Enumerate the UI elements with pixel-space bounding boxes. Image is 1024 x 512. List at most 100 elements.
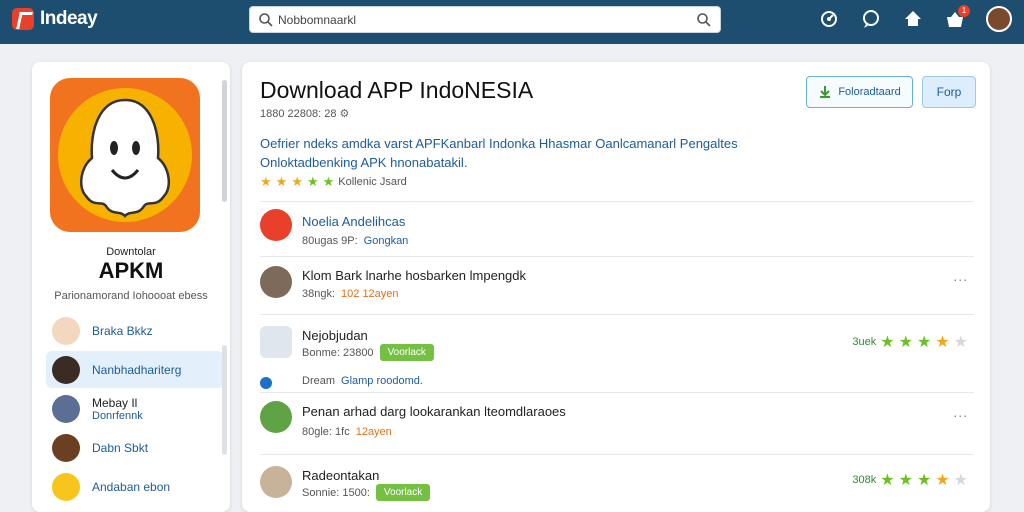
list-item-meta: 38ngk: 102 12ayen [302, 288, 399, 300]
list-item-link[interactable]: Glamp roodomd. [341, 375, 423, 387]
sidebar-title: APKM [98, 258, 164, 283]
avatar [52, 316, 80, 345]
download-icon [820, 86, 831, 98]
brand-logo[interactable]: Indeay [12, 8, 98, 30]
list-item-title: Radeontakan [302, 468, 380, 483]
dashboard-icon[interactable] [818, 8, 840, 30]
sidebar-description: Parionamorand Iohoooat ebess [54, 290, 208, 302]
list-item-rating: 308k ★ ★ ★ ★ ★ [852, 470, 968, 490]
sidebar-item[interactable]: Andaban ebon [46, 468, 224, 505]
download-button[interactable]: Foloradtaard [806, 76, 913, 108]
avatar [260, 466, 292, 498]
page-title: Download APP IndoNESIA [260, 77, 534, 103]
list-item-tag: 12ayen [355, 426, 392, 438]
list-item-meta-text: Sonnie: 1500: [302, 486, 370, 499]
avatar [260, 401, 292, 433]
page-description: Oefrier ndeks amdka varst APFKanbarl Ind… [260, 134, 780, 172]
top-bar: Indeay 1 [0, 0, 1024, 44]
sidebar-item-sublabel: Donrfennk [92, 409, 143, 422]
list-item-meta: Sonnie: 1500: Voorlack [302, 484, 431, 501]
description-line-2: Onloktadbenking APK hnonabatakil. [260, 155, 468, 170]
rating-label: Kollenic Jsard [338, 176, 407, 188]
sidebar-item-label: Nanbhadhariterg [92, 362, 182, 377]
app-sidebar: Downtolar APKM Parionamorand Iohoooat eb… [32, 62, 230, 512]
sidebar-subtitle: Downtolar [106, 246, 156, 258]
notifications-button[interactable]: 1 [944, 5, 970, 30]
star-icon: ★ [306, 174, 319, 189]
notification-badge: 1 [958, 5, 970, 17]
sidebar-item[interactable]: Mebay Il Donrfennk [46, 390, 224, 427]
chat-icon[interactable] [860, 8, 882, 30]
page-meta-text: 1880 22808: 28 [260, 108, 337, 120]
sidebar-scrollbar[interactable] [222, 80, 227, 202]
more-options-icon[interactable]: ... [953, 268, 968, 284]
divider [260, 392, 974, 393]
list-item-meta-text: 80gle: 1fc [302, 426, 350, 438]
sidebar-item-text: Mebay Il Donrfennk [92, 396, 143, 422]
avatar [52, 433, 80, 462]
list-item-title: Noelia Andelihcas [302, 214, 406, 229]
star-icon: ★ [275, 174, 288, 189]
divider [260, 201, 974, 202]
brand-name: Indeay [40, 8, 98, 29]
sidebar-item-active[interactable]: Nanbhadhariterg [46, 351, 224, 388]
rating-count: 3uek [852, 336, 877, 348]
star-icon: ★ [898, 334, 913, 351]
main-panel: Download APP IndoNESIA 1880 22808: 28 ⚙ … [242, 62, 990, 512]
search-submit-icon[interactable] [696, 12, 712, 28]
emoji-avatar [52, 472, 80, 501]
brand-logo-mark [12, 8, 34, 30]
star-icon: ★ [953, 472, 968, 489]
list-item-title: Nejobjudan [302, 328, 368, 343]
star-icon: ★ [916, 472, 932, 489]
rating-summary: ★ ★ ★ ★ ★ Kollenic Jsard [260, 174, 407, 190]
description-line-1: Oefrier ndeks amdka varst APFKanbarl Ind… [260, 136, 738, 151]
search-input[interactable] [278, 11, 678, 29]
app-logo [260, 209, 292, 241]
divider [260, 454, 974, 455]
list-item-meta-text: Bonme: 23800 [302, 346, 374, 359]
list-item-meta: Bonme: 23800 Voorlack [302, 344, 434, 361]
rating-count: 308k [852, 474, 877, 486]
list-item-link[interactable]: Gongkan [364, 235, 409, 247]
dot-icon [260, 377, 272, 389]
list-item-title: Klom Bark lnarhe hosbarken lmpengdk [302, 268, 527, 283]
home-icon[interactable] [902, 8, 924, 30]
sidebar-item-label: Braka Bkkz [92, 323, 153, 338]
avatar [52, 394, 80, 423]
sidebar-item-label: Andaban ebon [92, 479, 171, 494]
list-item-meta-text: 80ugas 9P: [302, 235, 358, 247]
sidebar-item[interactable]: Braka Bkkz [46, 312, 224, 349]
user-avatar[interactable] [986, 6, 1012, 32]
status-badge: Voorlack [375, 484, 431, 501]
divider [260, 256, 974, 257]
download-button-label: Foloradtaard [838, 86, 901, 98]
sidebar-list: Braka Bkkz Nanbhadhariterg Mebay Il Donr… [46, 312, 224, 507]
top-actions: 1 [818, 5, 1012, 32]
list-item-title: Penan arhad darg lookarankan lteomdlarao… [302, 404, 566, 419]
list-item-meta: 80gle: 1fc 12ayen [302, 426, 392, 438]
status-badge: Voorlack [379, 344, 434, 361]
sidebar-item[interactable]: Dabn Sbkt [46, 429, 224, 466]
settings-icon[interactable]: ⚙ [340, 108, 350, 120]
list-item-rating: 3uek ★ ★ ★ ★ ★ [852, 332, 968, 352]
star-icon: ★ [935, 334, 950, 351]
app-icon [50, 78, 200, 232]
phone-icon [260, 326, 292, 358]
more-options-icon[interactable]: ... [953, 404, 968, 420]
list-item-meta: 80ugas 9P: Gongkan [302, 235, 408, 247]
ghost-mascot-icon [79, 98, 171, 218]
divider [260, 314, 974, 315]
star-icon: ★ [322, 174, 335, 189]
search-box[interactable] [249, 6, 721, 33]
page-meta: 1880 22808: 28 ⚙ [260, 107, 349, 120]
list-item-meta: Dream Glamp roodomd. [302, 375, 423, 387]
star-icon: ★ [916, 334, 932, 351]
star-icon: ★ [880, 334, 895, 351]
sidebar-scrollbar-track[interactable] [222, 345, 227, 455]
star-icon: ★ [935, 472, 950, 489]
help-button[interactable]: Forp [922, 76, 976, 108]
star-icon: ★ [898, 472, 913, 489]
sidebar-item-label: Mebay Il [92, 395, 138, 410]
list-item-meta-text: 38ngk: [302, 288, 336, 300]
